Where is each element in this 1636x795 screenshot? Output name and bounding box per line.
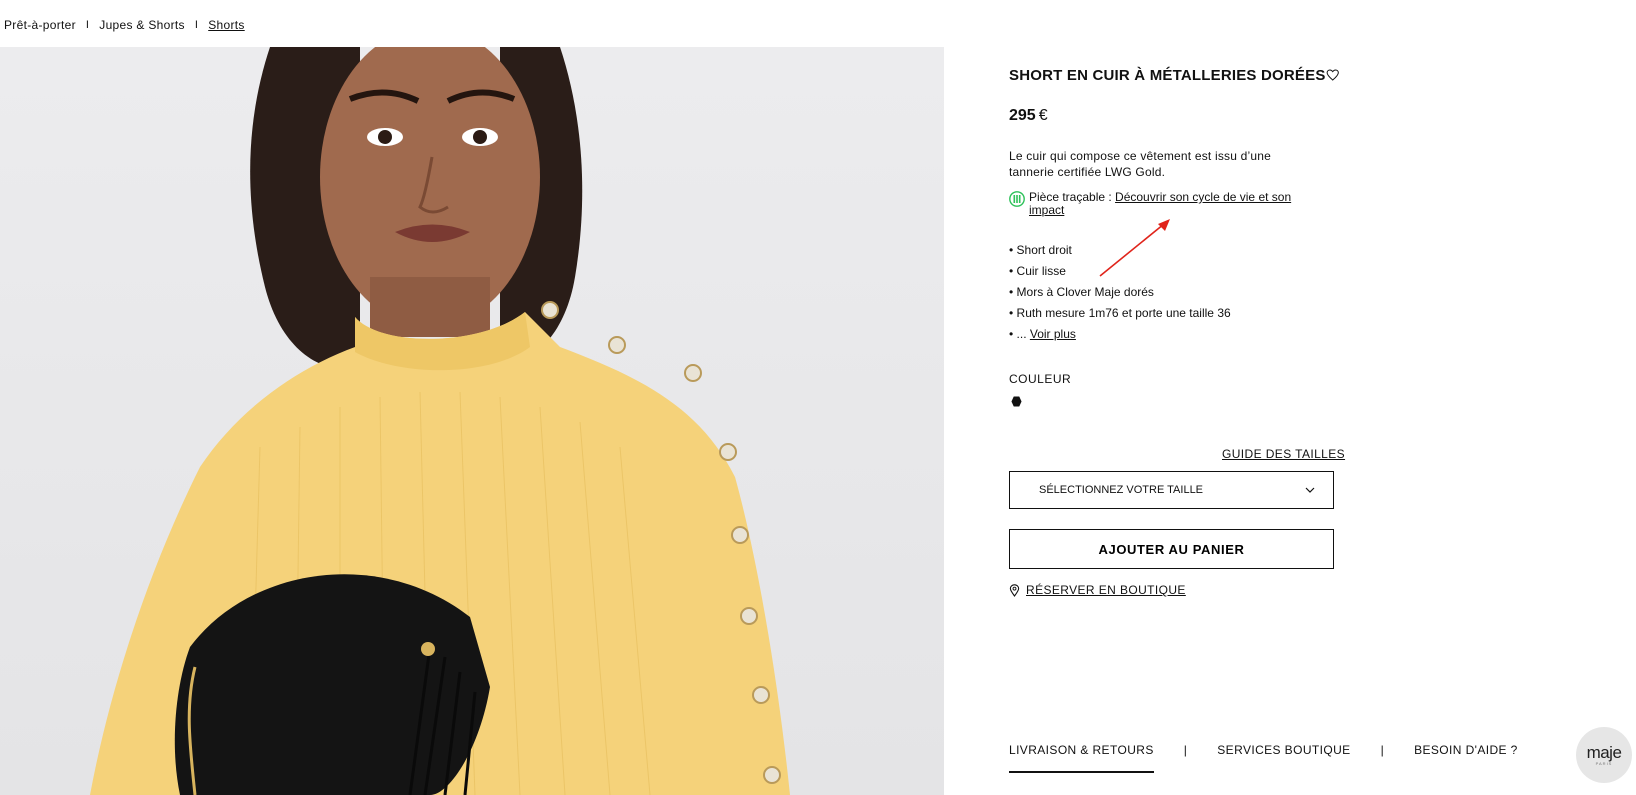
color-swatch-black[interactable] xyxy=(1011,396,1022,407)
chat-logo-text: maje xyxy=(1586,742,1622,762)
chevron-down-icon xyxy=(1305,487,1315,493)
heart-icon[interactable] xyxy=(1326,66,1339,84)
breadcrumb-separator: I xyxy=(194,19,199,31)
add-to-cart-button[interactable]: AJOUTER AU PANIER xyxy=(1009,529,1334,569)
size-guide-link[interactable]: GUIDE DES TAILLES xyxy=(1222,447,1345,461)
breadcrumb-item-shorts[interactable]: Shorts xyxy=(208,18,244,32)
traceability-row: Pièce traçable : Découvrir son cycle de … xyxy=(1009,191,1329,217)
tab-besoin-aide[interactable]: BESOIN D'AIDE ? xyxy=(1414,743,1518,757)
chat-button[interactable]: maje PARIS xyxy=(1576,727,1632,783)
product-features-list: • Short droit • Cuir lisse • Mors à Clov… xyxy=(1009,240,1231,345)
color-label: COULEUR xyxy=(1009,372,1072,386)
tab-services-boutique[interactable]: SERVICES BOUTIQUE xyxy=(1217,743,1350,757)
tab-separator: | xyxy=(1380,743,1385,757)
breadcrumb-item-pret-a-porter[interactable]: Prêt-à-porter xyxy=(4,18,76,32)
info-tabs: LIVRAISON & RETOURS | SERVICES BOUTIQUE … xyxy=(1009,743,1518,773)
tab-separator: | xyxy=(1183,743,1188,757)
list-item-more: • ... Voir plus xyxy=(1009,324,1231,345)
product-title: SHORT EN CUIR À MÉTALLERIES DORÉES xyxy=(1009,66,1326,84)
reserve-in-store-link[interactable]: RÉSERVER EN BOUTIQUE xyxy=(1009,583,1186,597)
product-price: 295 € xyxy=(1009,107,1048,125)
more-prefix: • ... xyxy=(1009,327,1030,341)
price-currency: € xyxy=(1038,107,1048,124)
model-illustration xyxy=(90,47,790,795)
reserve-label: RÉSERVER EN BOUTIQUE xyxy=(1026,583,1186,597)
product-photo[interactable] xyxy=(0,47,944,795)
breadcrumb-item-jupes-shorts[interactable]: Jupes & Shorts xyxy=(99,18,185,32)
list-item: • Mors à Clover Maje dorés xyxy=(1009,285,1154,299)
price-amount: 295 xyxy=(1009,107,1036,124)
list-item: • Short droit xyxy=(1009,243,1072,257)
product-description: Le cuir qui compose ce vêtement est issu… xyxy=(1009,149,1272,179)
size-select-label: SÉLECTIONNEZ VOTRE TAILLE xyxy=(1039,484,1204,496)
traceability-icon xyxy=(1009,191,1025,207)
title-row: SHORT EN CUIR À MÉTALLERIES DORÉES xyxy=(1009,66,1339,84)
location-pin-icon xyxy=(1009,583,1020,597)
chat-logo-subtext: PARIS xyxy=(1595,760,1613,766)
breadcrumb-separator: I xyxy=(85,19,90,31)
list-item: • Ruth mesure 1m76 et porte une taille 3… xyxy=(1009,306,1231,320)
tab-livraison-retours[interactable]: LIVRAISON & RETOURS xyxy=(1009,743,1154,773)
breadcrumb: Prêt-à-porter I Jupes & Shorts I Shorts xyxy=(4,18,245,32)
list-item: • Cuir lisse xyxy=(1009,264,1066,278)
traceability-prefix: Pièce traçable : xyxy=(1029,190,1116,204)
size-select[interactable]: SÉLECTIONNEZ VOTRE TAILLE xyxy=(1009,471,1334,509)
product-page: Prêt-à-porter I Jupes & Shorts I Shorts xyxy=(0,0,1636,795)
voir-plus-link[interactable]: Voir plus xyxy=(1030,327,1076,341)
